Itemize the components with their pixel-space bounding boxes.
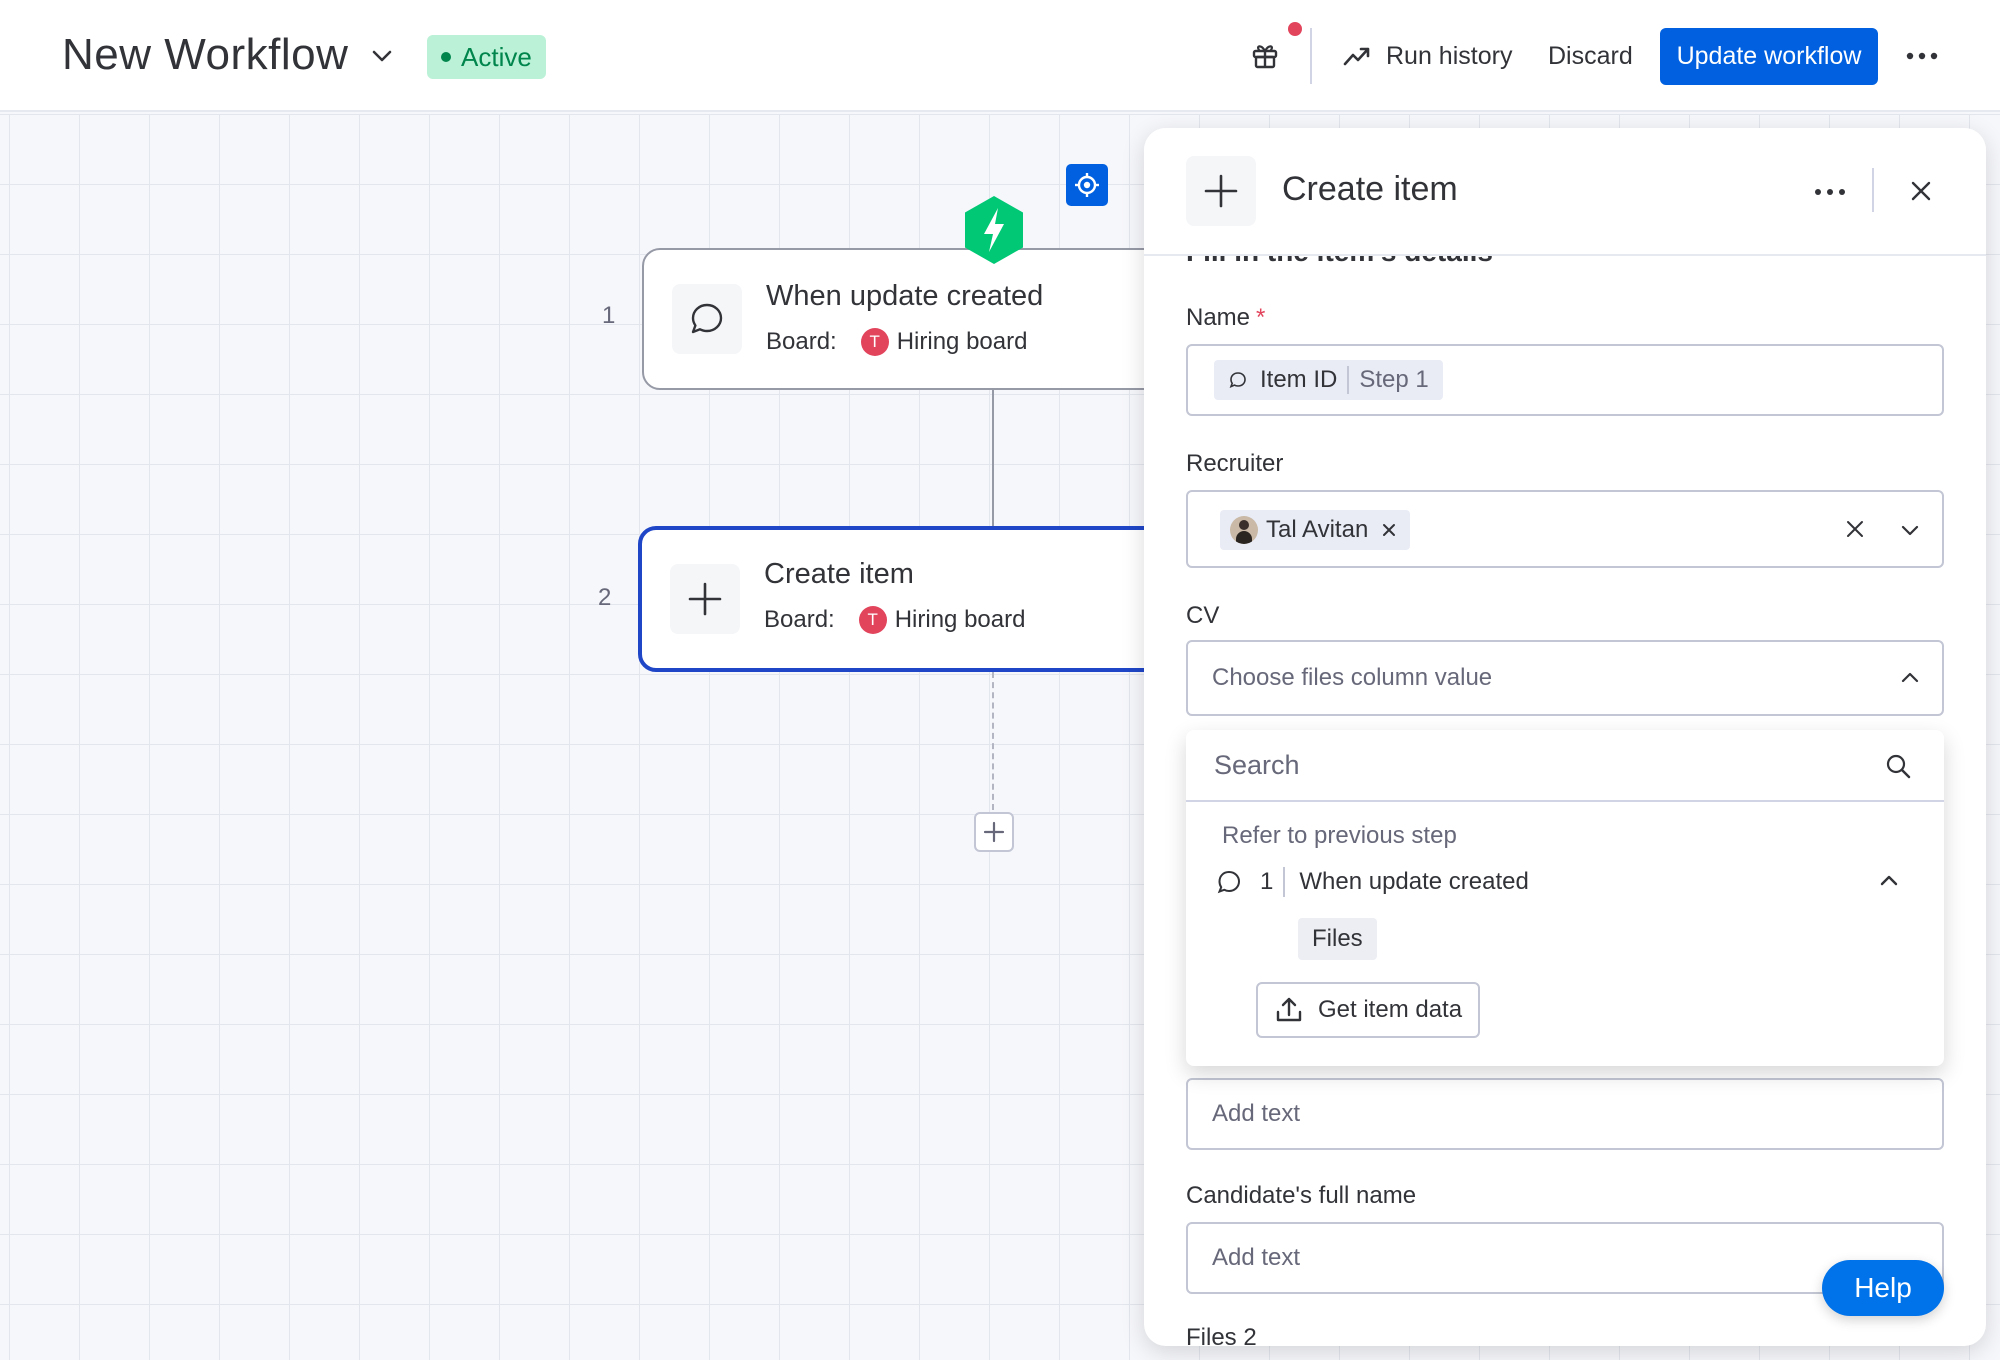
divider xyxy=(1283,867,1286,897)
step-number: 1 xyxy=(602,302,616,329)
more-options-icon[interactable] xyxy=(1812,178,1848,206)
avatar xyxy=(1230,516,1258,544)
add-step-button[interactable] xyxy=(974,812,1014,852)
divider xyxy=(1872,168,1874,212)
files-2-label: Files 2 xyxy=(1186,1324,1257,1346)
person-chip: Tal Avitan xyxy=(1220,510,1411,550)
node-icon-box xyxy=(672,284,742,354)
panel-icon-box xyxy=(1186,156,1256,226)
clear-icon[interactable] xyxy=(1844,518,1866,540)
workflow-step-trigger[interactable]: When update created Board: T Hiring boar… xyxy=(642,248,1162,390)
dropdown-search-input[interactable]: Search xyxy=(1186,730,1944,802)
divider xyxy=(1310,28,1312,84)
trend-line-icon xyxy=(1343,47,1370,66)
step-settings-panel: Fill in the item's details Name * Item ID… xyxy=(1144,128,1986,1346)
discard-button[interactable]: Discard xyxy=(1548,36,1633,76)
chevron-up-icon[interactable] xyxy=(1898,666,1922,690)
step-number: 1 xyxy=(1260,868,1274,895)
recenter-button[interactable] xyxy=(1066,164,1108,206)
token-label: Item ID xyxy=(1260,366,1338,393)
text-field-placeholder: Add text xyxy=(1212,1100,1301,1127)
cv-dropdown-menu: Search Refer to previous step 1 When upd… xyxy=(1186,730,1944,1066)
more-options-icon[interactable] xyxy=(1902,40,1942,72)
remove-person-icon[interactable] xyxy=(1380,521,1398,539)
dropdown-step-row[interactable]: 1 When update created xyxy=(1214,860,1914,904)
board-name: Hiring board xyxy=(896,328,1028,355)
crosshair-icon xyxy=(1075,173,1099,197)
close-icon[interactable] xyxy=(1904,174,1938,208)
search-icon xyxy=(1886,754,1911,779)
person-name: Tal Avitan xyxy=(1266,516,1369,543)
step-title: When update created xyxy=(766,280,1044,312)
chevron-down-icon[interactable] xyxy=(1898,518,1922,542)
candidate-name-label: Candidate's full name xyxy=(1186,1182,1417,1209)
speech-bubble-icon xyxy=(691,303,723,334)
plus-icon xyxy=(983,821,1005,843)
dropdown-group-label: Refer to previous step xyxy=(1222,822,1457,849)
notification-dot xyxy=(1288,22,1302,36)
chevron-down-icon[interactable] xyxy=(368,44,396,68)
speech-bubble-icon xyxy=(1229,372,1246,388)
name-field[interactable]: Item ID Step 1 xyxy=(1186,344,1944,416)
workflow-title[interactable]: New Workflow xyxy=(62,30,348,80)
workflow-step-create-item[interactable]: Create item Board: T Hiring board xyxy=(638,526,1162,672)
gift-icon[interactable] xyxy=(1248,38,1282,72)
step-connector xyxy=(992,388,994,526)
item-id-token[interactable]: Item ID Step 1 xyxy=(1214,360,1443,400)
step-number: 2 xyxy=(598,584,612,611)
cv-field-label: CV xyxy=(1186,602,1220,629)
board-label: Board: xyxy=(766,328,837,355)
token-step: Step 1 xyxy=(1359,366,1429,393)
status-label: Active xyxy=(461,41,532,72)
step-connector-dashed xyxy=(992,672,994,810)
candidate-name-placeholder: Add text xyxy=(1212,1244,1301,1271)
chevron-up-icon[interactable] xyxy=(1876,868,1902,894)
top-bar: New Workflow Active Run history Discard … xyxy=(0,0,2000,112)
plus-icon xyxy=(688,582,722,616)
divider xyxy=(1347,366,1350,394)
step-board: Board: T Hiring board xyxy=(764,606,1025,634)
required-marker: * xyxy=(1256,304,1266,331)
get-item-data-label: Get item data xyxy=(1318,996,1463,1023)
plus-icon xyxy=(1204,174,1238,208)
get-item-data-button[interactable]: Get item data xyxy=(1256,982,1481,1038)
step-board: Board: T Hiring board xyxy=(766,328,1027,356)
name-field-label: Name * xyxy=(1186,304,1266,331)
update-workflow-button[interactable]: Update workflow xyxy=(1660,28,1878,85)
status-badge: Active xyxy=(427,35,546,79)
node-icon-box xyxy=(670,564,740,634)
board-label: Board: xyxy=(764,606,835,633)
cv-select[interactable]: Choose files column value xyxy=(1186,640,1944,716)
run-history-button[interactable]: Run history xyxy=(1342,36,1512,76)
board-avatar: T xyxy=(858,606,887,634)
search-placeholder: Search xyxy=(1214,750,1300,780)
run-history-label: Run history xyxy=(1386,41,1513,70)
panel-header: Create item xyxy=(1144,128,1986,256)
lightning-bolt-icon xyxy=(965,196,1023,264)
help-button[interactable]: Help xyxy=(1822,1260,1944,1316)
step-title: When update created xyxy=(1299,868,1529,895)
panel-title: Create item xyxy=(1282,170,1458,208)
board-avatar: T xyxy=(860,328,889,356)
upload-icon xyxy=(1276,997,1302,1022)
step-title: Create item xyxy=(764,558,914,590)
board-name: Hiring board xyxy=(894,606,1026,633)
status-dot xyxy=(441,52,451,62)
recruiter-field[interactable]: Tal Avitan xyxy=(1186,490,1944,568)
cv-select-placeholder: Choose files column value xyxy=(1212,664,1493,691)
text-field[interactable]: Add text xyxy=(1186,1078,1944,1150)
recruiter-field-label: Recruiter xyxy=(1186,450,1284,477)
speech-bubble-icon xyxy=(1214,867,1244,897)
files-option[interactable]: Files xyxy=(1298,918,1377,960)
